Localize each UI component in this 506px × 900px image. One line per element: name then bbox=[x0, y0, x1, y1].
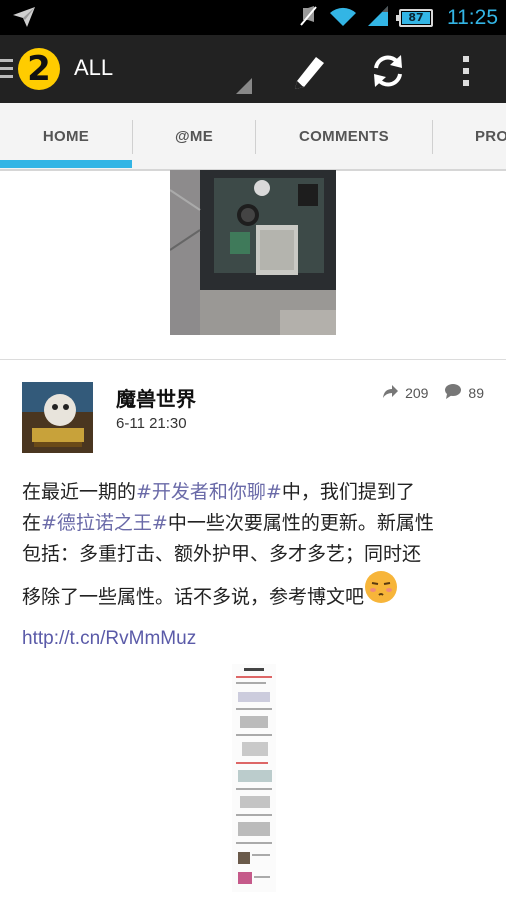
signal-icon bbox=[367, 5, 389, 31]
tab-comments[interactable]: COMMENTS bbox=[256, 103, 432, 169]
post-counts: 209 89 bbox=[381, 383, 484, 402]
hashtag-link[interactable]: #德拉诺之王# bbox=[41, 512, 168, 534]
tab-selected-indicator bbox=[0, 160, 132, 168]
mute-icon bbox=[299, 5, 319, 31]
tab-me[interactable]: @ME bbox=[133, 103, 255, 169]
comment-icon bbox=[444, 383, 462, 402]
avatar[interactable] bbox=[22, 382, 93, 453]
post-text-line: 移除了一些属性。话不多说，参考博文吧 bbox=[22, 570, 486, 623]
post-body: 在最近一期的#开发者和你聊#中，我们提到了 在#德拉诺之王#中一些次要属性的更新… bbox=[22, 477, 486, 654]
clock: 11:25 bbox=[447, 5, 498, 29]
smirk-emoji-icon bbox=[364, 570, 398, 625]
post-image-circuit-board[interactable] bbox=[170, 170, 336, 335]
repost-icon bbox=[381, 383, 399, 402]
battery-icon: 87 bbox=[396, 8, 433, 27]
overflow-menu-icon[interactable] bbox=[444, 49, 488, 93]
comment-count: 89 bbox=[468, 384, 484, 401]
tab-profile[interactable]: PRO bbox=[433, 103, 506, 169]
spinner-indicator-icon bbox=[236, 78, 252, 94]
post-text-line: 在最近一期的#开发者和你聊#中，我们提到了 bbox=[22, 481, 415, 503]
send-icon bbox=[12, 6, 36, 32]
refresh-icon[interactable] bbox=[366, 49, 410, 93]
post-image-long-article[interactable] bbox=[232, 664, 276, 892]
drawer-menu-icon[interactable] bbox=[0, 59, 13, 83]
post-text-line: 在#德拉诺之王#中一些次要属性的更新。新属性 bbox=[22, 512, 434, 534]
post-text-line: 包括：多重打击、额外护甲、多才多艺；同时还 bbox=[22, 543, 422, 565]
post-divider bbox=[0, 359, 506, 360]
post-author[interactable]: 魔兽世界 bbox=[116, 383, 196, 412]
repost-count: 209 bbox=[405, 384, 429, 401]
compose-icon[interactable] bbox=[287, 49, 331, 93]
post-url-link[interactable]: http://t.cn/RvMmMuz bbox=[22, 628, 196, 649]
status-bar: 87 11:25 bbox=[0, 0, 506, 35]
wifi-icon bbox=[329, 5, 357, 31]
post-text-line: http://t.cn/RvMmMuz bbox=[22, 623, 486, 654]
hashtag-link[interactable]: #开发者和你聊# bbox=[136, 481, 282, 503]
account-spinner-label[interactable]: ALL bbox=[74, 55, 113, 81]
post-timestamp: 6-11 21:30 bbox=[116, 415, 187, 432]
action-bar: 2 ALL bbox=[0, 35, 506, 104]
app-logo[interactable]: 2 bbox=[18, 48, 60, 90]
battery-level: 87 bbox=[402, 11, 430, 24]
